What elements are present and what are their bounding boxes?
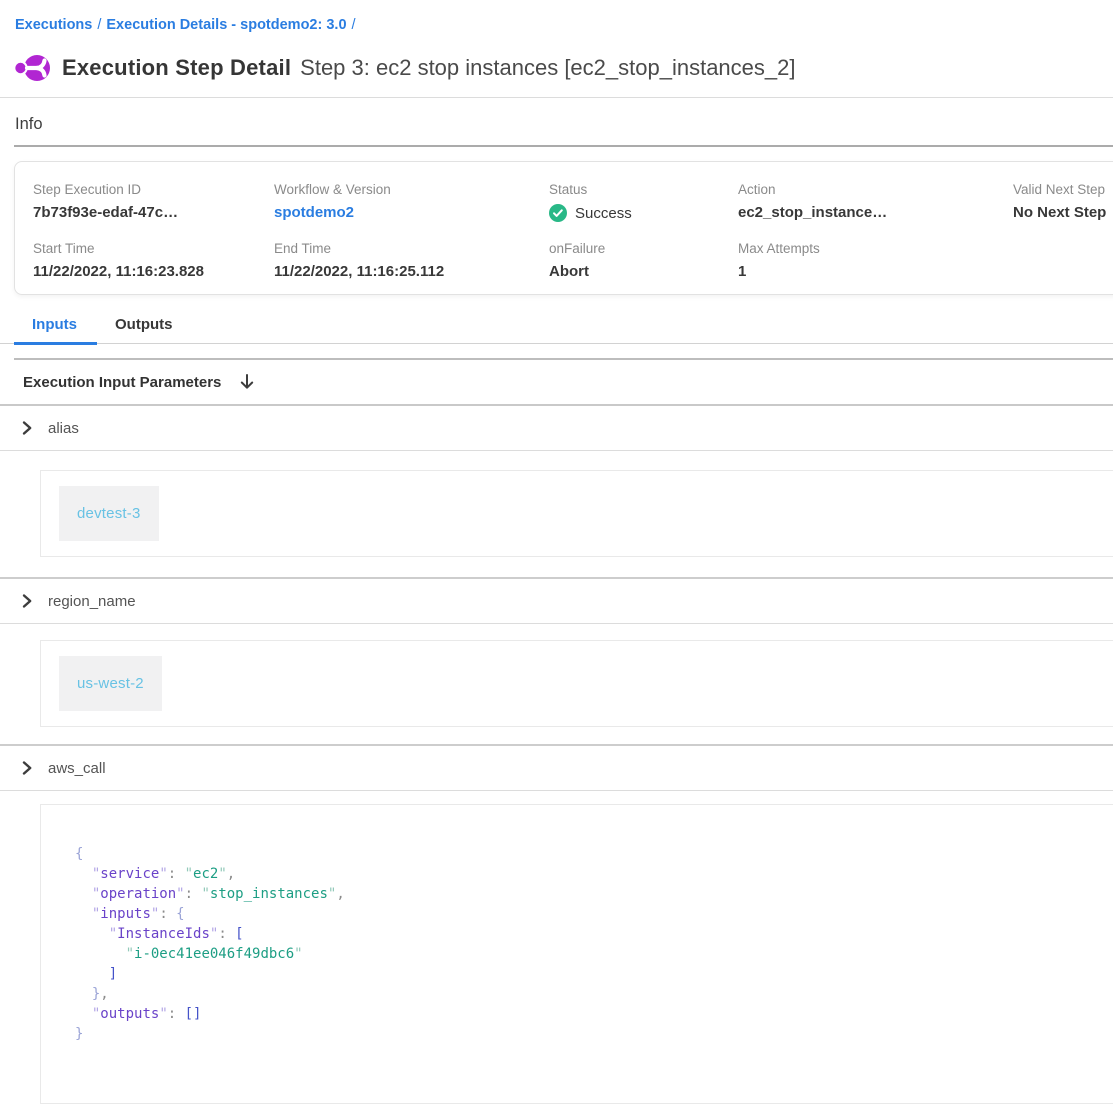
page-header: Execution Step Detail Step 3: ec2 stop i… <box>14 53 1113 83</box>
field-end-time: End Time 11/22/2022, 11:16:25.112 <box>274 241 549 280</box>
field-value: 1 <box>738 263 1013 280</box>
field-label: Start Time <box>33 241 274 256</box>
info-card: Step Execution ID 7b73f93e-edaf-47c… Wor… <box>14 161 1113 295</box>
page-subtitle: Step 3: ec2 stop instances [ec2_stop_ins… <box>300 55 795 81</box>
breadcrumb-link-executions[interactable]: Executions <box>15 17 92 33</box>
field-action: Action ec2_stop_instance… <box>738 182 1013 222</box>
json-code: { "service": "ec2", "operation": "stop_i… <box>75 844 1113 1044</box>
info-heading: Info <box>15 115 1113 134</box>
chevron-right-icon[interactable] <box>20 420 34 436</box>
status-badge: Success <box>575 205 632 222</box>
field-workflow-version: Workflow & Version spotdemo2 <box>274 182 549 222</box>
chevron-right-icon[interactable] <box>20 593 34 609</box>
field-label: Action <box>738 182 1013 197</box>
param-row-region-name[interactable]: region_name <box>0 577 1113 624</box>
params-header-label: Execution Input Parameters <box>23 374 221 391</box>
field-label: Step Execution ID <box>33 182 274 197</box>
field-label: onFailure <box>549 241 738 256</box>
field-valid-next-step: Valid Next Step No Next Step <box>1013 182 1113 222</box>
param-name: region_name <box>48 593 136 610</box>
param-row-alias[interactable]: alias <box>0 406 1113 451</box>
breadcrumb-separator: / <box>97 17 101 33</box>
field-value: Abort <box>549 263 738 280</box>
param-value-panel-region-name: us-west-2 <box>40 640 1113 727</box>
tab-inputs[interactable]: Inputs <box>14 316 97 345</box>
breadcrumb-link-execution-details[interactable]: Execution Details - spotdemo2: 3.0 <box>106 17 346 33</box>
field-label: Workflow & Version <box>274 182 549 197</box>
field-step-execution-id: Step Execution ID 7b73f93e-edaf-47c… <box>33 182 274 222</box>
download-arrow-icon[interactable] <box>237 372 257 392</box>
param-name: aws_call <box>48 760 106 777</box>
field-label: Status <box>549 182 738 197</box>
param-name: alias <box>48 420 79 437</box>
param-value-chip: devtest-3 <box>59 486 159 541</box>
workflow-logo-icon <box>14 53 50 83</box>
page-title: Execution Step Detail <box>62 55 291 81</box>
divider <box>14 145 1113 147</box>
field-value: ec2_stop_instance… <box>738 204 1013 221</box>
field-value: 11/22/2022, 11:16:23.828 <box>33 263 274 280</box>
field-status: Status Success <box>549 182 738 222</box>
divider <box>0 97 1113 98</box>
field-label: Max Attempts <box>738 241 1013 256</box>
tab-bar: Inputs Outputs <box>0 316 1113 344</box>
field-max-attempts: Max Attempts 1 <box>738 241 1013 280</box>
params-header: Execution Input Parameters <box>0 360 1113 406</box>
breadcrumb-separator: / <box>352 17 356 33</box>
field-label: Valid Next Step <box>1013 182 1113 197</box>
field-value: 11/22/2022, 11:16:25.112 <box>274 263 549 280</box>
param-value-panel-aws-call: { "service": "ec2", "operation": "stop_i… <box>40 804 1113 1104</box>
param-row-aws-call[interactable]: aws_call <box>0 744 1113 791</box>
field-start-time: Start Time 11/22/2022, 11:16:23.828 <box>33 241 274 280</box>
param-value-chip: us-west-2 <box>59 656 162 711</box>
workflow-link[interactable]: spotdemo2 <box>274 204 354 221</box>
field-value: No Next Step <box>1013 204 1113 221</box>
success-check-icon <box>549 204 567 222</box>
field-label: End Time <box>274 241 549 256</box>
chevron-right-icon[interactable] <box>20 760 34 776</box>
field-value: 7b73f93e-edaf-47c… <box>33 204 274 221</box>
tab-outputs[interactable]: Outputs <box>97 316 193 345</box>
param-value-panel-alias: devtest-3 <box>40 470 1113 557</box>
field-onfailure: onFailure Abort <box>549 241 738 280</box>
breadcrumb: Executions / Execution Details - spotdemo2… <box>15 17 1113 33</box>
